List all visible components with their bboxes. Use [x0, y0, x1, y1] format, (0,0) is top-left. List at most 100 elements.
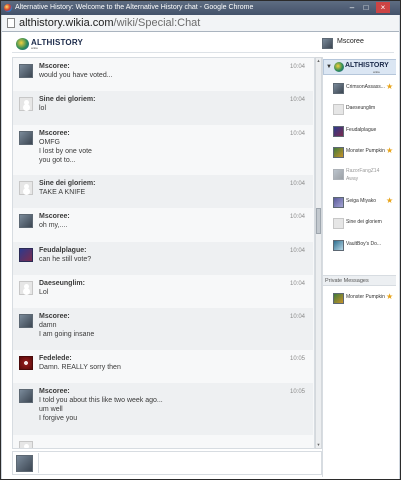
star-icon: ★	[386, 82, 394, 91]
scroll-up-arrow-icon[interactable]: ▲	[316, 58, 321, 64]
chat-message: Mscoree: 10:05 I told you about this lik…	[13, 383, 313, 435]
message-author[interactable]: Daeseunglim:	[39, 280, 85, 287]
avatar	[19, 389, 33, 403]
user-name: CrimsonAssass...	[346, 84, 385, 90]
chat-message: Fedelede: 10:05 Damn. REALLY sorry then	[13, 350, 313, 383]
url-host: althistory.wikia.com	[19, 17, 114, 29]
message-text: I told you about this like two week ago.…	[39, 397, 163, 404]
avatar	[19, 97, 33, 111]
avatar	[19, 131, 33, 145]
url-path: /wiki/Special:Chat	[113, 17, 201, 29]
room-name: ALTHISTORY	[345, 62, 389, 69]
avatar	[333, 218, 344, 229]
message-text: Damn. REALLY sorry then	[39, 364, 121, 371]
user-list-item[interactable]: CrimsonAssass... ★	[323, 81, 396, 97]
message-author[interactable]: Sine dei gloriem:	[39, 180, 95, 187]
current-user[interactable]: Mscoree	[322, 36, 394, 52]
chat-page: ALTHISTORY wikia Mscoree Mscoree: 10:04 …	[2, 32, 399, 479]
message-scrollbar[interactable]: ▲ ▼	[315, 57, 322, 449]
browser-window: Alternative History: Welcome to the Alte…	[0, 0, 401, 480]
star-icon: ★	[386, 146, 394, 155]
message-author[interactable]: Mscoree:	[39, 63, 70, 70]
message-list[interactable]: Mscoree: 10:04 would you have voted... S…	[12, 57, 315, 449]
window-title: Alternative History: Welcome to the Alte…	[15, 4, 254, 11]
message-time: 10:04	[289, 248, 305, 254]
scroll-down-arrow-icon[interactable]: ▼	[316, 442, 321, 448]
message-author[interactable]: Feudalplague:	[39, 247, 86, 254]
avatar	[19, 281, 33, 295]
private-message-item[interactable]: Monster Pumpkin ★	[323, 291, 396, 307]
avatar	[333, 240, 344, 251]
message-time: 10:04	[289, 97, 305, 103]
message-text: you got to...	[39, 157, 76, 164]
message-time: 10:04	[289, 64, 305, 70]
chat-message: Mscoree: 10:04 damn I am going insane	[13, 308, 313, 350]
avatar	[333, 197, 344, 208]
user-list-item[interactable]: Daeseunglim	[323, 102, 396, 118]
user-name: RazorFangZ14	[346, 168, 380, 174]
message-time: 10:04	[289, 281, 305, 287]
message-text: oh my,....	[39, 222, 68, 229]
user-name: Sine dei gloriem	[346, 219, 382, 225]
message-input[interactable]	[38, 453, 320, 473]
avatar	[19, 356, 33, 370]
address-bar[interactable]: althistory.wikia.com/wiki/Special:Chat	[2, 15, 399, 32]
user-name: Monster Pumpkin	[346, 294, 385, 300]
avatar	[19, 64, 33, 78]
wiki-logo[interactable]: ALTHISTORY wikia	[16, 37, 83, 51]
logo-subtext: wikia	[31, 46, 38, 50]
room-item[interactable]: ▼ ALTHISTORY wikia	[323, 59, 396, 75]
user-list-item[interactable]: Seiga Miyako ★	[323, 195, 396, 211]
current-user-name: Mscoree	[337, 38, 364, 45]
user-list-item[interactable]: RazorFangZ14 Away	[323, 167, 396, 183]
user-name: Seiga Miyako	[346, 198, 377, 204]
minimize-button[interactable]: –	[345, 2, 359, 13]
window-titlebar: Alternative History: Welcome to the Alte…	[1, 1, 400, 15]
message-author[interactable]: Mscoree:	[39, 313, 70, 320]
avatar	[322, 38, 333, 49]
message-author[interactable]: Mscoree:	[39, 388, 70, 395]
message-time: 10:04	[289, 131, 305, 137]
message-time: 10:05	[289, 389, 305, 395]
message-author[interactable]: Sine dei gloriem:	[39, 96, 95, 103]
user-name: Monster Pumpkin	[346, 148, 385, 154]
star-icon: ★	[386, 292, 394, 301]
avatar	[333, 83, 344, 94]
user-list-item[interactable]: Sine dei gloriem	[323, 216, 396, 232]
triangle-down-icon[interactable]: ▼	[326, 64, 332, 70]
avatar	[19, 181, 33, 195]
scrollbar-thumb[interactable]	[316, 208, 321, 234]
maximize-button[interactable]: □	[359, 2, 373, 13]
message-time: 10:04	[289, 314, 305, 320]
message-time: 10:05	[289, 356, 305, 362]
message-author[interactable]: Mscoree:	[39, 213, 70, 220]
message-author[interactable]: Fedelede:	[39, 355, 72, 362]
chat-message: Mscoree: 10:04 would you have voted...	[13, 58, 313, 91]
message-text: Lol	[39, 289, 49, 296]
avatar	[333, 126, 344, 137]
message-text: I forgive you	[39, 415, 78, 422]
avatar	[16, 455, 33, 472]
message-text: lol	[39, 105, 47, 112]
chat-header: ALTHISTORY wikia Mscoree	[12, 35, 394, 53]
chat-message	[13, 435, 313, 448]
chrome-icon	[4, 4, 12, 12]
url-text[interactable]: althistory.wikia.com/wiki/Special:Chat	[19, 17, 200, 30]
avatar	[19, 214, 33, 228]
avatar	[333, 169, 344, 180]
user-list-item[interactable]: Feudalplague	[323, 124, 396, 140]
message-text: I lost by one vote	[39, 148, 92, 155]
message-time: 10:04	[289, 181, 305, 187]
chat-message: Mscoree: 10:04 OMFG I lost by one vote y…	[13, 125, 313, 175]
user-list-item[interactable]: Monster Pumpkin ★	[323, 145, 396, 161]
chat-message: Feudalplague: 10:04 can he still vote?	[13, 242, 313, 275]
close-button[interactable]: ×	[376, 2, 390, 13]
message-text: would you have voted...	[39, 72, 113, 79]
avatar	[19, 441, 33, 448]
room-subtext: wikia	[373, 70, 380, 74]
user-list-item[interactable]: VaultBoy's Do...	[323, 238, 396, 254]
user-name: VaultBoy's Do...	[346, 241, 382, 247]
chat-message: Mscoree: 10:04 oh my,....	[13, 208, 313, 242]
message-author[interactable]: Mscoree:	[39, 130, 70, 137]
page-icon	[7, 18, 15, 28]
